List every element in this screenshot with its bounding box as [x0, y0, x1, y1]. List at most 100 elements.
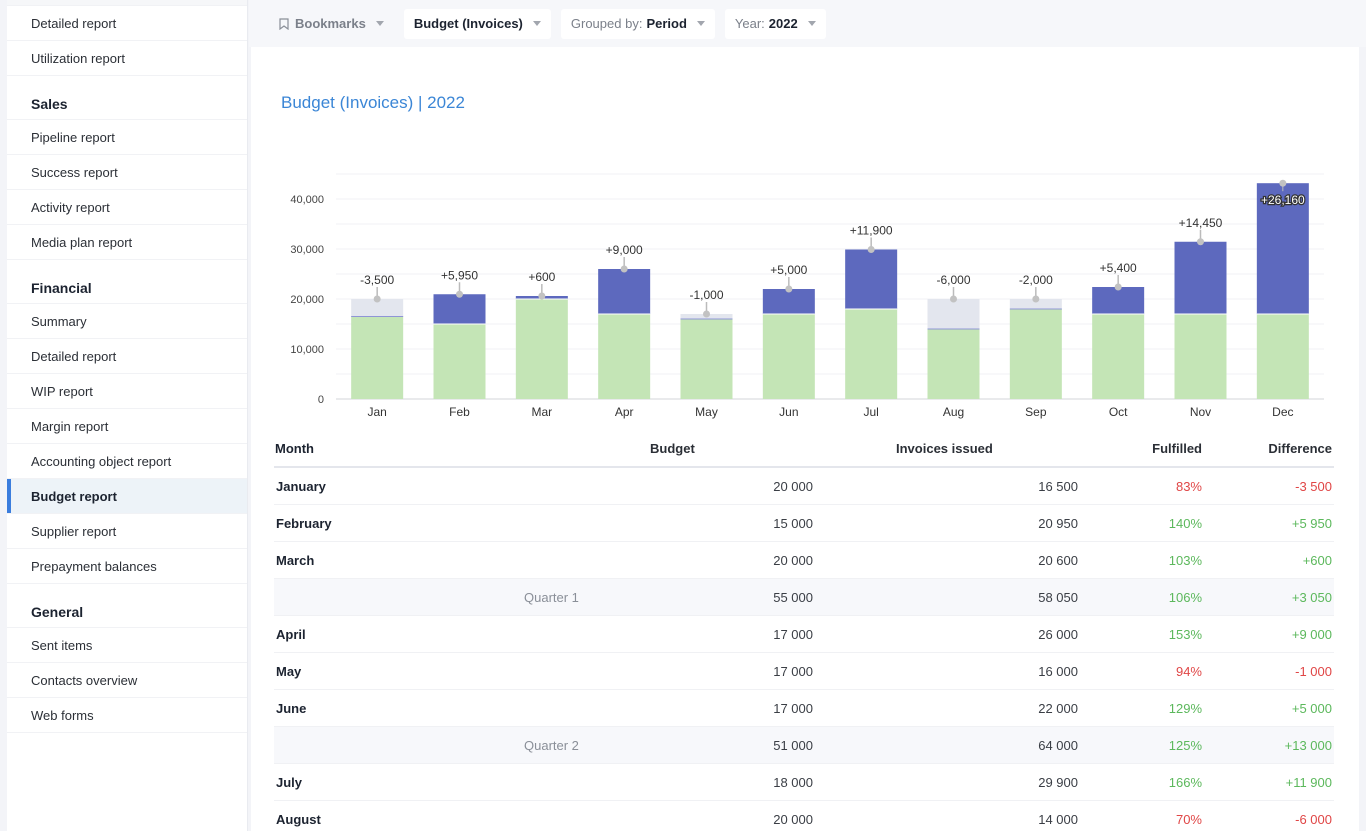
bookmarks-dropdown[interactable]: Bookmarks [271, 9, 394, 39]
budget-bar [1256, 314, 1309, 399]
cell-difference: +3 050 [1291, 589, 1332, 605]
cell-difference: -6 000 [1295, 811, 1332, 827]
difference-label: +11,900 [850, 224, 893, 238]
sidebar-item-sent-items[interactable]: Sent items [7, 628, 247, 663]
report-title: Budget (Invoices) | 2022 [281, 93, 465, 112]
invoices-bar [680, 319, 733, 399]
sidebar-item-supplier-report[interactable]: Supplier report [7, 514, 247, 549]
cell-difference: +5 000 [1291, 700, 1332, 716]
cell-difference: +13 000 [1284, 737, 1332, 753]
cell-budget: 17 000 [773, 700, 813, 716]
chevron-down-icon [375, 21, 384, 26]
bookmark-icon [279, 17, 289, 30]
x-tick-label: Jan [367, 405, 386, 419]
budget-chart-svg: 0 10,000 20,000 30,000 40,000 -3,500 Jan +5,950… [290, 173, 1324, 419]
sidebar: Detailed report Utilization report Sales Pi… [7, 0, 248, 831]
label-dot [456, 290, 463, 298]
year-dropdown[interactable]: Year: 2022 [724, 8, 826, 39]
label-dot [1114, 283, 1122, 291]
cell-budget: 55 000 [773, 589, 813, 605]
difference-label: +26,160 [1261, 193, 1305, 207]
sidebar-item-detailed-report[interactable]: Detailed report [7, 339, 247, 374]
sidebar-section-financial: Financial [7, 260, 247, 304]
invoices-bar [351, 316, 404, 399]
difference-label: +600 [528, 270, 555, 284]
budget-bar [762, 314, 815, 399]
sidebar-item-pipeline-report[interactable]: Pipeline report [7, 120, 247, 155]
invoices-bar [1009, 309, 1062, 399]
x-tick-label: Jul [863, 405, 878, 419]
over-budget-bar [762, 289, 815, 314]
report-type-value: Budget (Invoices) [413, 16, 523, 31]
x-tick-label: Mar [531, 405, 552, 419]
cell-invoices: 58 050 [1038, 589, 1078, 605]
table-row: August 20 000 14 000 70% -6 000 [274, 801, 1334, 831]
header-month[interactable]: Month [274, 441, 474, 456]
header-invoices[interactable]: Invoices issued [815, 441, 1080, 456]
grouped-by-dropdown[interactable]: Grouped by: Period [560, 8, 715, 39]
sidebar-item-activity-report[interactable]: Activity report [7, 190, 247, 225]
cell-month: January [276, 478, 326, 494]
quarter-summary-row: Quarter 2 51 000 64 000 125% +13 000 [274, 727, 1334, 764]
chevron-down-icon [696, 21, 705, 26]
table-body: January 20 000 16 500 83% -3 500 February 15 0… [274, 468, 1334, 831]
label-dot [1197, 238, 1204, 246]
sidebar-item-utilization-report[interactable]: Utilization report [7, 41, 247, 76]
x-tick-label: Feb [449, 405, 470, 419]
label-dot [373, 295, 381, 303]
header-difference[interactable]: Difference [1204, 441, 1334, 456]
budget-bar [515, 299, 568, 399]
sidebar-item-success-report[interactable]: Success report [7, 155, 247, 190]
label-dot [1032, 295, 1040, 303]
y-tick-label: 30,000 [290, 244, 324, 256]
header-fulfilled[interactable]: Fulfilled [1080, 441, 1204, 456]
budget-bar [598, 314, 651, 399]
cell-difference: +9 000 [1291, 626, 1332, 642]
chevron-down-icon [807, 21, 816, 26]
table-row: April 17 000 26 000 153% +9 000 [274, 616, 1334, 653]
over-budget-bar [433, 294, 486, 324]
report-type-dropdown[interactable]: Budget (Invoices) [403, 8, 551, 39]
cell-invoices: 16 500 [1038, 478, 1078, 494]
difference-label: -2,000 [1019, 273, 1053, 287]
cell-difference: +5 950 [1291, 515, 1332, 531]
x-tick-label: Jun [779, 405, 798, 419]
year-label: Year: [734, 16, 765, 31]
difference-label: -6,000 [936, 273, 970, 287]
difference-label: +14,450 [1179, 216, 1223, 230]
sidebar-item-prepayment-balances[interactable]: Prepayment balances [7, 549, 247, 584]
sidebar-item-media-plan-report[interactable]: Media plan report [7, 225, 247, 260]
cell-month: May [276, 663, 302, 679]
sidebar-item-detailed-report[interactable]: Detailed report [7, 6, 247, 41]
label-dot [703, 310, 710, 318]
cell-difference: +11 900 [1285, 774, 1332, 790]
budget-bar [1092, 314, 1145, 399]
sidebar-item-margin-report[interactable]: Margin report [7, 409, 247, 444]
table-row: February 15 000 20 950 140% +5 950 [274, 505, 1334, 542]
cell-invoices: 14 000 [1038, 811, 1078, 827]
difference-label: -1,000 [689, 288, 723, 302]
cell-month: August [276, 811, 321, 827]
y-tick-label: 40,000 [290, 194, 324, 206]
cell-invoices: 22 000 [1038, 700, 1078, 716]
cell-fulfilled: 125% [1168, 737, 1202, 753]
sidebar-item-web-forms[interactable]: Web forms [7, 698, 247, 733]
cell-budget: 51 000 [773, 737, 813, 753]
cell-fulfilled: 140% [1168, 515, 1202, 531]
cell-fulfilled: 129% [1168, 700, 1202, 716]
sidebar-item-contacts-overview[interactable]: Contacts overview [7, 663, 247, 698]
table-header-row: Month Budget Invoices issued Fulfilled D… [274, 430, 1334, 468]
cell-budget: 17 000 [773, 626, 813, 642]
table-row: July 18 000 29 900 166% +11 900 [274, 764, 1334, 801]
sidebar-item-budget-report[interactable]: Budget report [7, 479, 247, 514]
cell-month: July [276, 774, 303, 790]
label-dot [620, 265, 628, 273]
over-budget-bar [845, 249, 898, 309]
sidebar-item-summary[interactable]: Summary [7, 304, 247, 339]
x-tick-label: Apr [615, 405, 634, 419]
x-tick-label: Nov [1190, 405, 1211, 419]
sidebar-item-accounting-object-report[interactable]: Accounting object report [7, 444, 247, 479]
header-budget[interactable]: Budget [474, 441, 815, 456]
sidebar-item-wip-report[interactable]: WIP report [7, 374, 247, 409]
cell-invoices: 20 600 [1038, 552, 1078, 568]
